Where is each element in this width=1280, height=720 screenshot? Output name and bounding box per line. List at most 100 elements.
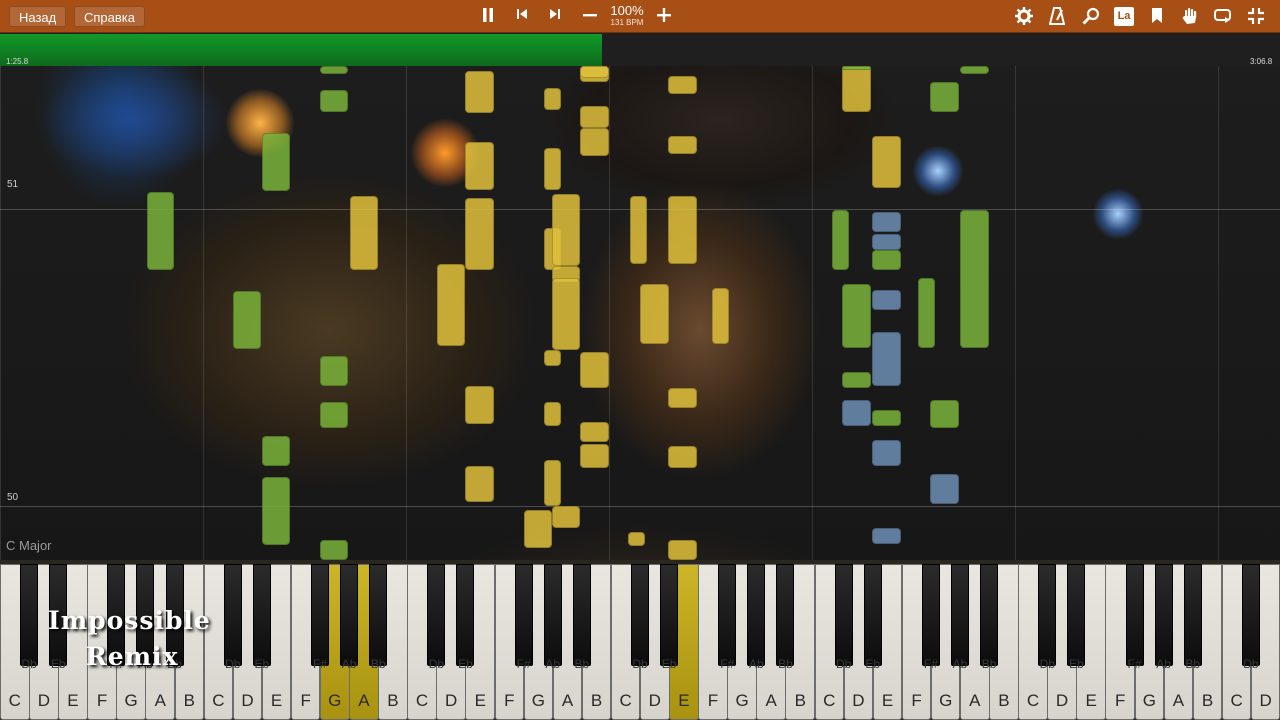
white-key-label: G	[124, 691, 138, 710]
la-icon[interactable]: La	[1114, 7, 1134, 26]
white-key-label: B	[1201, 691, 1214, 710]
white-key-label: G	[531, 691, 546, 710]
black-key-label: Ab	[952, 657, 968, 671]
white-key-label: A	[358, 691, 370, 710]
falling-note	[842, 66, 871, 70]
white-key-label: C	[1026, 691, 1040, 710]
black-key-f-sharp[interactable]	[1125, 564, 1144, 666]
black-key-db[interactable]	[834, 564, 853, 666]
black-key-label: Bb	[981, 657, 997, 671]
falling-note	[842, 372, 871, 388]
white-key-label: D	[37, 691, 50, 710]
falling-note	[544, 402, 561, 426]
black-key-db[interactable]	[1038, 564, 1057, 666]
falling-note	[872, 234, 901, 250]
falling-note	[712, 288, 729, 344]
zoom-value: 100%	[610, 3, 644, 18]
black-key-eb[interactable]	[660, 564, 679, 666]
falling-note	[320, 402, 348, 428]
metronome-icon[interactable]	[1046, 5, 1068, 27]
falling-note	[668, 196, 697, 264]
black-key-ab[interactable]	[1154, 564, 1173, 666]
black-key-f-sharp[interactable]	[921, 564, 940, 666]
falling-note	[544, 350, 561, 366]
black-key-ab[interactable]	[747, 564, 766, 666]
falling-note	[918, 278, 935, 348]
black-key-bb[interactable]	[572, 564, 591, 666]
falling-note	[842, 400, 871, 426]
black-key-bb[interactable]	[980, 564, 999, 666]
falling-note	[437, 264, 465, 346]
octave-guide-line	[406, 66, 407, 560]
bookmark-icon[interactable]	[1146, 5, 1168, 27]
black-key-ab[interactable]	[340, 564, 359, 666]
falling-note	[842, 66, 871, 112]
settings-gear-icon[interactable]	[1013, 5, 1035, 27]
note-roll: 51 50	[0, 66, 1280, 560]
falling-note	[552, 194, 580, 266]
measure-number: 51	[7, 179, 19, 190]
black-key-eb[interactable]	[252, 564, 271, 666]
falling-note	[832, 210, 849, 270]
skip-back-icon[interactable]	[511, 5, 533, 27]
exit-fullscreen-icon[interactable]	[1245, 5, 1267, 27]
black-key-ab[interactable]	[951, 564, 969, 666]
black-key-eb[interactable]	[863, 564, 882, 666]
black-key-f-sharp[interactable]	[311, 564, 329, 666]
black-key-label: Bb	[1185, 657, 1201, 671]
falling-note	[872, 212, 901, 232]
falling-note	[465, 198, 494, 270]
search-icon[interactable]	[1080, 5, 1102, 27]
white-key-label: D	[1055, 691, 1069, 710]
black-key-bb[interactable]	[369, 564, 388, 666]
black-key-db[interactable]	[427, 564, 446, 666]
black-key-label: F#	[516, 657, 531, 671]
black-key-label: Eb	[865, 657, 881, 671]
overlay-title-line2: Remix	[86, 642, 179, 671]
black-key-db[interactable]	[223, 564, 242, 666]
black-key-eb[interactable]	[456, 564, 475, 666]
black-key-eb[interactable]	[1067, 564, 1086, 666]
falling-note	[233, 291, 261, 349]
black-key-db[interactable]	[631, 564, 649, 666]
falling-note	[465, 386, 494, 424]
black-key-ab[interactable]	[543, 564, 562, 666]
white-key-label: A	[1172, 691, 1185, 710]
falling-note	[524, 510, 552, 548]
black-key-bb[interactable]	[776, 564, 795, 666]
white-key-label: E	[67, 691, 79, 710]
white-key-label: G	[939, 691, 953, 710]
hand-icon[interactable]	[1179, 5, 1201, 27]
falling-note	[668, 388, 697, 408]
falling-note	[628, 532, 645, 546]
falling-note	[580, 422, 609, 442]
white-key-label: D	[241, 691, 254, 710]
falling-note	[465, 142, 494, 190]
white-key-label: B	[387, 691, 399, 710]
falling-note	[630, 196, 647, 264]
skip-forward-icon[interactable]	[544, 5, 566, 27]
pause-icon[interactable]	[477, 5, 499, 27]
falling-note	[872, 136, 901, 188]
black-key-f-sharp[interactable]	[718, 564, 737, 666]
help-button[interactable]: Справка	[74, 6, 145, 27]
falling-note	[552, 278, 580, 350]
white-key-label: A	[969, 691, 981, 710]
piano-keyboard[interactable]: CDEFGABCDEFGABCDEFGABCDEFGABCDEFGABCDEFG…	[0, 560, 1280, 720]
zoom-in-icon[interactable]	[653, 5, 675, 27]
black-key-bb[interactable]	[1183, 564, 1202, 666]
white-key-label: E	[270, 691, 283, 710]
black-key-f-sharp[interactable]	[514, 564, 533, 666]
loop-icon[interactable]	[1212, 5, 1234, 27]
zoom-out-icon[interactable]	[579, 5, 601, 27]
black-key-db[interactable]	[20, 564, 39, 666]
black-key-label: Bb	[370, 657, 386, 671]
black-key-db[interactable]	[1241, 564, 1260, 666]
white-key-label: D	[1259, 691, 1272, 710]
white-key-label: F	[1115, 691, 1126, 710]
falling-note	[580, 106, 609, 128]
progress-fill	[0, 34, 602, 66]
back-button[interactable]: Назад	[9, 6, 67, 27]
song-progress-bar[interactable]	[0, 34, 1280, 66]
white-key-label: G	[328, 691, 342, 710]
